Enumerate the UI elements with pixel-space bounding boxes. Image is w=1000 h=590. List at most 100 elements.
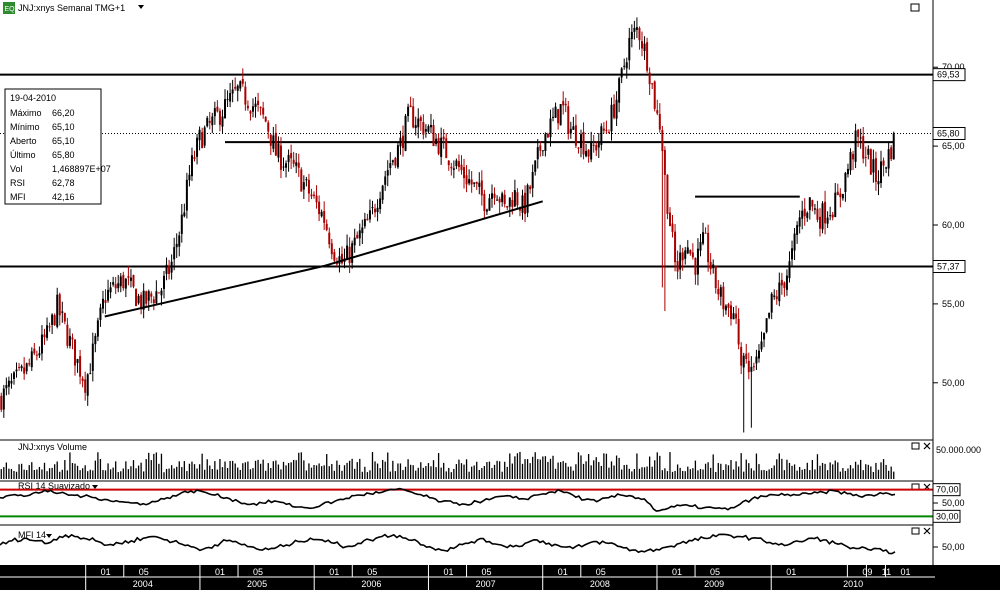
candle-body (602, 128, 605, 131)
candle-body (221, 116, 224, 127)
candle-body (274, 132, 277, 156)
candle-body (882, 160, 885, 166)
candle-body (480, 180, 483, 196)
candle-body (99, 307, 102, 321)
mfi-axis-label: 50,00 (942, 542, 965, 552)
candle-body (755, 356, 758, 364)
candle-body (890, 147, 893, 160)
candle-body (478, 182, 481, 187)
candle-body (503, 194, 506, 205)
candle-body (590, 141, 593, 160)
candle-body (864, 156, 867, 158)
candle-body (178, 235, 181, 247)
candle-body (340, 253, 343, 264)
candle-body (473, 182, 476, 184)
candle-body (867, 148, 870, 155)
candle-body (490, 193, 493, 199)
candle-body (885, 167, 888, 169)
candle-body (877, 180, 880, 185)
candle-body (185, 179, 188, 211)
candle-body (43, 334, 46, 338)
month-label: 11 (882, 567, 891, 577)
candle-body (493, 193, 496, 198)
month-label: 01 (329, 567, 339, 577)
candle-body (71, 337, 74, 340)
candle-body (127, 276, 130, 278)
candle-body (813, 208, 816, 210)
symbol-label[interactable]: JNJ:xnys Semanal TMG+1 (18, 3, 125, 13)
candle-body (620, 68, 623, 78)
candle-body (798, 217, 801, 227)
candle-body (12, 372, 15, 379)
candle-body (46, 325, 49, 338)
info-row-value: 65,10 (52, 122, 75, 132)
candle-body (727, 304, 730, 308)
candle-body (297, 162, 300, 168)
candle-body (180, 214, 183, 234)
year-label: 2009 (704, 579, 724, 589)
year-label: 2010 (843, 579, 863, 589)
candle-body (402, 135, 405, 149)
candle-body (630, 31, 633, 40)
month-label: 01 (786, 567, 796, 577)
info-row-value: 66,20 (52, 108, 75, 118)
candle-body (162, 275, 165, 289)
candle-body (109, 287, 112, 293)
candle-body (806, 212, 809, 219)
candle-body (651, 83, 654, 85)
candle-body (328, 232, 331, 245)
candle-body (236, 85, 239, 91)
candle-body (249, 111, 252, 114)
month-label: 05 (367, 567, 377, 577)
candle-body (463, 167, 466, 179)
candle-body (457, 161, 460, 168)
candle-body (447, 160, 450, 166)
candle-body (450, 166, 453, 169)
candle-body (135, 289, 138, 307)
candle-body (465, 175, 468, 185)
info-row-label: RSI (10, 178, 25, 188)
candle-body (18, 367, 21, 369)
candle-body (529, 186, 532, 190)
candle-body (310, 194, 313, 197)
candle-body (422, 121, 425, 135)
candle-body (836, 191, 839, 196)
candle-body (51, 314, 54, 325)
candle-body (320, 211, 323, 217)
candle-body (730, 305, 733, 319)
candle-body (689, 249, 692, 254)
candle-body (407, 106, 410, 117)
candle-body (157, 292, 160, 294)
year-label: 2005 (247, 579, 267, 589)
candle-body (35, 354, 38, 356)
candle-body (38, 353, 41, 356)
candle-body (307, 179, 310, 194)
candle-body (190, 155, 193, 177)
candle-body (768, 312, 771, 318)
candle-body (74, 339, 77, 366)
candle-body (869, 149, 872, 175)
candle-body (646, 42, 649, 71)
candle-body (262, 107, 265, 115)
candle-body (661, 130, 664, 152)
candle-body (325, 223, 328, 230)
candle-body (666, 174, 669, 214)
candle-body (849, 152, 852, 171)
candle-body (854, 130, 857, 162)
candle-body (145, 291, 148, 304)
candle-body (719, 287, 722, 297)
candle-body (117, 283, 120, 289)
year-label: 2006 (361, 579, 381, 589)
candle-body (414, 125, 417, 128)
year-label: 2008 (590, 579, 610, 589)
candle-body (549, 118, 552, 138)
candle-body (618, 78, 621, 103)
candle-body (368, 210, 371, 220)
candle-body (773, 295, 776, 297)
candle-body (313, 194, 316, 196)
candle-body (396, 145, 399, 168)
candle-body (732, 313, 735, 320)
candle-body (757, 350, 760, 359)
candle-body (643, 43, 646, 51)
candle-body (137, 295, 140, 304)
